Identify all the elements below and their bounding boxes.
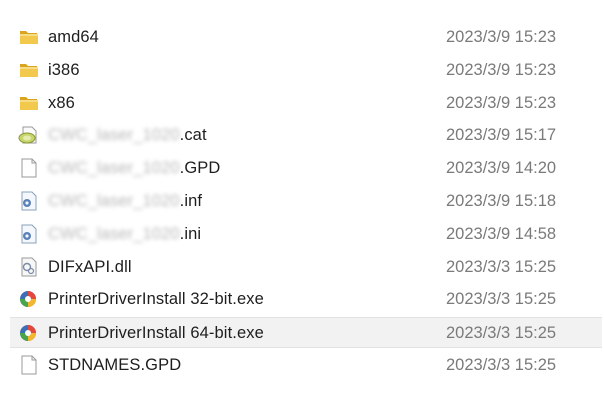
file-row[interactable]: STDNAMES.GPD 2023/3/3 15:25 [10,350,602,381]
file-name-text: .ini [179,224,202,243]
file-name: CWC_laser_1020.cat [48,126,207,145]
file-name-text: STDNAMES.GPD [48,356,182,374]
redacted-name-part: CWC_laser_1020 [48,224,180,243]
folder-icon [18,60,40,80]
dll-file-icon [18,257,40,277]
file-row[interactable]: CWC_laser_1020.inf 2023/3/9 15:18 [10,186,602,217]
config-file-icon [18,191,40,211]
file-row[interactable]: PrinterDriverInstall 32-bit.exe 2023/3/3 … [10,284,602,315]
file-name: PrinterDriverInstall 64-bit.exe [48,324,264,343]
file-name: PrinterDriverInstall 32-bit.exe [48,290,264,309]
file-name-text: i386 [48,60,80,79]
file-name-text: DIFxAPI.dll [48,257,132,276]
folder-icon [18,27,40,47]
file-row[interactable]: CWC_laser_1020.cat 2023/3/9 15:17 [10,120,602,151]
file-name: x86 [48,94,75,113]
file-name-text: .inf [179,192,203,210]
file-row[interactable]: x86 2023/3/9 15:23 [10,88,602,119]
file-name: amd64 [48,28,99,47]
folder-icon [18,93,40,113]
blank-file-icon [18,158,40,178]
redacted-name-part: CWC_laser_1020 [48,159,180,178]
installer-icon [18,323,40,343]
redacted-name-part: CWC_laser_1020 [48,192,180,210]
file-name: CWC_laser_1020.inf [48,192,202,211]
file-name: CWC_laser_1020.ini [48,225,201,244]
file-date-modified: 2023/3/9 15:18 [446,192,557,210]
file-date-modified: 2023/3/3 15:25 [446,356,557,374]
security-catalog-icon [18,125,40,145]
config-file-icon [18,224,40,244]
file-row[interactable]: CWC_laser_1020.GPD 2023/3/9 14:20 [10,153,602,184]
blank-file-icon [18,355,40,375]
file-date-modified: 2023/3/3 15:25 [446,257,557,276]
file-date-modified: 2023/3/9 14:20 [446,159,557,178]
file-row[interactable]: DIFxAPI.dll 2023/3/3 15:25 [10,252,602,283]
file-name-text: .GPD [179,159,221,178]
installer-icon [18,289,40,309]
file-name-text: .cat [179,126,207,145]
file-name: STDNAMES.GPD [48,356,181,375]
file-date-modified: 2023/3/9 15:17 [446,126,557,145]
file-name-text: x86 [48,93,75,112]
file-name: i386 [48,61,80,80]
file-row[interactable]: CWC_laser_1020.ini 2023/3/9 14:58 [10,219,602,250]
file-date-modified: 2023/3/9 15:23 [446,93,557,112]
file-name-text: PrinterDriverInstall 64-bit.exe [48,324,264,343]
file-row[interactable]: PrinterDriverInstall 64-bit.exe 2023/3/3 … [10,317,602,349]
file-date-modified: 2023/3/3 15:25 [446,290,557,309]
file-name: DIFxAPI.dll [48,258,132,277]
file-date-modified: 2023/3/3 15:25 [446,324,557,343]
file-row[interactable]: i386 2023/3/9 15:23 [10,55,602,86]
redacted-name-part: CWC_laser_1020 [48,126,180,145]
file-name-text: amd64 [48,28,99,46]
file-date-modified: 2023/3/9 15:23 [446,60,557,79]
file-date-modified: 2023/3/9 14:58 [446,224,557,243]
file-row[interactable]: amd64 2023/3/9 15:23 [10,22,602,53]
file-name: CWC_laser_1020.GPD [48,159,220,178]
file-date-modified: 2023/3/9 15:23 [446,28,557,46]
file-name-text: PrinterDriverInstall 32-bit.exe [48,290,264,309]
